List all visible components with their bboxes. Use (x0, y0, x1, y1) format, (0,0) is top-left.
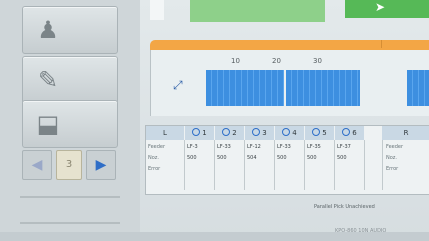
left-button-rail: ♟ ✎ ⬓ ◀ 3 ▶ (0, 0, 140, 241)
column-divider (244, 140, 245, 190)
rail-button-3[interactable]: ⬓ (22, 100, 118, 148)
edit-icon: ✎ (37, 66, 59, 94)
nozzle-cell: 500 (307, 155, 317, 161)
feeder-cell: LF-37 (337, 144, 351, 150)
figure-icon: ♟ (37, 16, 59, 44)
column-divider (334, 140, 335, 190)
nozzle-cell: 500 (277, 155, 287, 161)
row-label-nozzle: Noz. (148, 155, 160, 161)
nozzle-cell: 504 (247, 155, 257, 161)
header-head-4[interactable]: 4 (275, 126, 304, 140)
column-divider (364, 140, 365, 190)
feeder-cell: LF-35 (307, 144, 321, 150)
column-divider (304, 140, 305, 190)
header-head-3[interactable]: 3 (245, 126, 274, 140)
head-icon (252, 128, 261, 136)
row-label-error: Error (148, 166, 161, 172)
head-icon (312, 128, 321, 136)
ruler-icon: ⤢ (173, 78, 183, 92)
scale-tick-30: 30 (313, 57, 322, 65)
right-arrow-icon: ▶ (95, 157, 107, 173)
column-divider (214, 140, 215, 190)
header-head-2[interactable]: 2 (215, 126, 244, 140)
nozzle-cell: 500 (187, 155, 197, 161)
header-head-6[interactable]: 6 (335, 126, 364, 140)
prev-page-button[interactable]: ◀ (22, 150, 52, 180)
scale-tick-20: 20 (272, 57, 281, 65)
section-header-bar: | (150, 39, 429, 50)
feeder-cell: LF-12 (247, 144, 261, 150)
status-message: Parallel Pick Unachieved (314, 204, 375, 210)
nozzle-cell: 500 (337, 155, 347, 161)
top-green-button[interactable] (345, 0, 429, 18)
feeder-cell: LF-33 (217, 144, 231, 150)
head-icon (222, 128, 231, 136)
next-page-button[interactable]: ▶ (86, 150, 116, 180)
lane-scale-panel: 10 20 30 ⤢ (150, 50, 429, 116)
rail-button-2[interactable]: ✎ (22, 56, 118, 104)
rail-button-1[interactable]: ♟ (22, 6, 118, 54)
header-right: R (382, 126, 429, 140)
device-icon: ⬓ (36, 110, 60, 138)
feeder-cell: LF-33 (277, 144, 291, 150)
right-row-label-feeder: Feeder (386, 144, 404, 150)
row-label-feeder: Feeder (148, 144, 166, 150)
right-row-label-nozzle: Noz. (386, 155, 398, 161)
mouse-cursor-icon: ➤ (375, 0, 386, 14)
lane-segment-2 (286, 70, 360, 106)
head-icon (282, 128, 291, 136)
feeder-cell: LF-3 (187, 144, 198, 150)
header-left: L (146, 126, 184, 140)
head-icon (192, 128, 201, 136)
nozzle-cell: 500 (217, 155, 227, 161)
feeder-table: L 1 2 3 4 5 6 R Feeder Noz. Error LF-3 L… (145, 125, 429, 195)
header-head-5[interactable]: 5 (305, 126, 334, 140)
column-divider (382, 140, 383, 190)
left-arrow-icon: ◀ (31, 157, 43, 173)
scale-tick-10: 10 (231, 57, 240, 65)
top-status-strip: ➤ (150, 0, 429, 30)
page-navigation: ◀ 3 ▶ (22, 150, 116, 180)
column-divider (184, 140, 185, 190)
top-white-block (150, 0, 164, 20)
header-head-1[interactable]: 1 (185, 126, 214, 140)
top-green-indicator (190, 0, 325, 22)
rail-divider (20, 196, 120, 224)
footer-model-text: KPO-860 10N AUDIO (335, 228, 387, 234)
page-indicator: 3 (56, 150, 82, 180)
head-icon (342, 128, 351, 136)
right-row-label-error: Error (386, 166, 399, 172)
lane-segment-3 (407, 70, 429, 106)
lane-segment-1 (206, 70, 284, 106)
column-divider (274, 140, 275, 190)
header-marker: | (380, 39, 383, 48)
